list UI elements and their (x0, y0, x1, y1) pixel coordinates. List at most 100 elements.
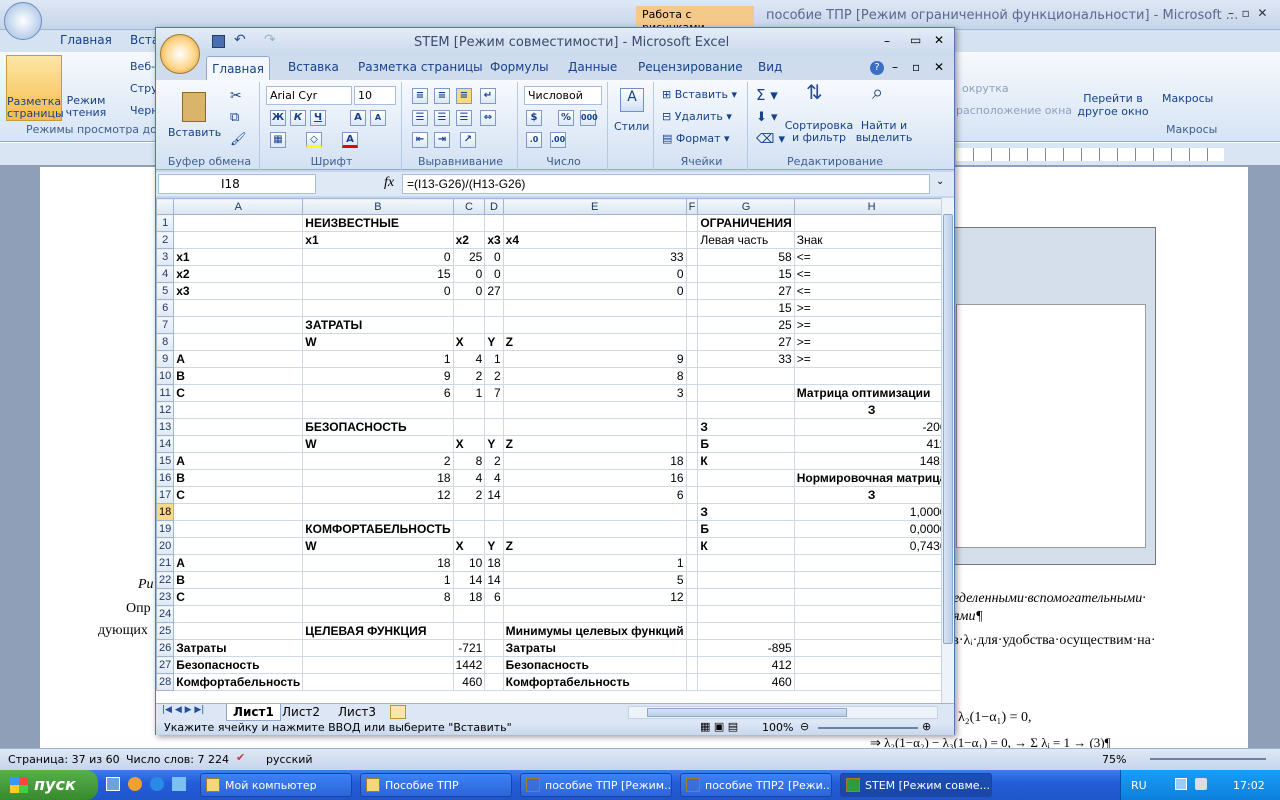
cell-H4[interactable]: <= (793, 265, 941, 283)
cell-H18[interactable]: 1,0000 (793, 503, 941, 521)
number-format-select[interactable]: Числовой (524, 86, 602, 105)
row-header[interactable]: 27 (156, 656, 175, 674)
row-header[interactable]: 20 (156, 537, 175, 555)
outlook-icon[interactable] (172, 777, 186, 791)
cell-B13[interactable]: БЕЗОПАСНОСТЬ (302, 418, 454, 436)
align-top-button[interactable]: ≡ (412, 88, 428, 104)
cell-D6[interactable] (484, 299, 504, 317)
cell-E27[interactable]: Безопасность (502, 656, 687, 674)
cell-A18[interactable] (173, 503, 304, 521)
cell-E7[interactable] (502, 316, 687, 334)
cell-E19[interactable] (502, 520, 687, 538)
cell-G28[interactable]: 460 (697, 673, 795, 691)
cell-G9[interactable]: 33 (697, 350, 795, 368)
cell-F15[interactable] (685, 452, 699, 470)
cell-H20[interactable]: 0,7436 (793, 537, 941, 555)
cell-C14[interactable]: X (452, 435, 486, 453)
align-center-button[interactable]: ☰ (434, 110, 450, 126)
row-header[interactable]: 17 (156, 486, 175, 504)
column-header-F[interactable]: F (685, 198, 699, 215)
cell-F24[interactable] (685, 605, 699, 623)
cell-B9[interactable]: 1 (302, 350, 454, 368)
cell-H12[interactable]: З (793, 401, 941, 419)
cell-H23[interactable] (793, 588, 941, 606)
cell-D17[interactable]: 14 (484, 486, 504, 504)
ie-icon[interactable] (150, 777, 164, 791)
row-header[interactable]: 26 (156, 639, 175, 657)
cell-C2[interactable]: x2 (452, 231, 486, 249)
cell-E2[interactable]: x4 (502, 231, 687, 249)
cell-G19[interactable]: Б (697, 520, 795, 538)
cell-F14[interactable] (685, 435, 699, 453)
cell-F6[interactable] (685, 299, 699, 317)
zoom-out-button[interactable]: ⊖ (800, 720, 809, 733)
cell-C27[interactable]: 1442 (452, 656, 486, 674)
cell-H17[interactable]: З (793, 486, 941, 504)
cell-G13[interactable]: З (697, 418, 795, 436)
cell-D25[interactable] (484, 622, 504, 640)
word-count[interactable]: Число слов: 7 224 (126, 753, 229, 766)
cell-B10[interactable]: 9 (302, 367, 454, 385)
cell-E15[interactable]: 18 (502, 452, 687, 470)
cell-D23[interactable]: 6 (484, 588, 504, 606)
cell-C22[interactable]: 14 (452, 571, 486, 589)
excel-zoom-level[interactable]: 100% (762, 721, 793, 734)
taskbar-item-folder[interactable]: Пособие ТПР (360, 773, 512, 797)
sheet-tab-3[interactable]: Лист3 (332, 705, 382, 719)
cell-F10[interactable] (685, 367, 699, 385)
cell-C3[interactable]: 25 (452, 248, 486, 266)
cell-F23[interactable] (685, 588, 699, 606)
row-header[interactable]: 11 (156, 384, 175, 402)
cell-F18[interactable] (685, 503, 699, 521)
tab-page-layout[interactable]: Разметка страницы (358, 60, 483, 74)
row-header[interactable]: 14 (156, 435, 175, 453)
cell-B5[interactable]: 0 (302, 282, 454, 300)
cell-G24[interactable] (697, 605, 795, 623)
excel-office-button[interactable] (160, 34, 200, 74)
column-header-E[interactable]: E (502, 198, 687, 215)
cell-E11[interactable]: 3 (502, 384, 687, 402)
sheet-tab-1[interactable]: Лист1 (226, 704, 281, 721)
cell-B14[interactable]: W (302, 435, 454, 453)
cell-B24[interactable] (302, 605, 454, 623)
cell-B22[interactable]: 1 (302, 571, 454, 589)
cell-H7[interactable]: >= (793, 316, 941, 334)
cell-D1[interactable] (484, 214, 504, 232)
cell-E28[interactable]: Комфортабельность (502, 673, 687, 691)
cell-H10[interactable] (793, 367, 941, 385)
cell-E12[interactable] (502, 401, 687, 419)
fill-icon[interactable]: ⬇ ▾ (756, 110, 778, 125)
cell-D22[interactable]: 14 (484, 571, 504, 589)
cell-H14[interactable]: 412 (793, 435, 941, 453)
zoom-in-button[interactable]: ⊕ (922, 720, 931, 733)
cell-H5[interactable]: <= (793, 282, 941, 300)
network-icon[interactable] (1175, 778, 1187, 790)
cell-D14[interactable]: Y (484, 435, 504, 453)
cell-H27[interactable] (793, 656, 941, 674)
shrink-font-button[interactable]: A (370, 110, 386, 126)
cell-C24[interactable] (452, 605, 486, 623)
doc-minimize-button[interactable]: – (892, 60, 898, 74)
cell-B2[interactable]: x1 (302, 231, 454, 249)
row-header[interactable]: 16 (156, 469, 175, 487)
column-header-D[interactable]: D (484, 198, 504, 215)
formula-input[interactable]: =(I13-G26)/(H13-G26) (402, 174, 930, 194)
cell-G2[interactable]: Левая часть (697, 231, 795, 249)
cell-C7[interactable] (452, 316, 486, 334)
grow-font-button[interactable]: A (350, 110, 366, 126)
cell-G10[interactable] (697, 367, 795, 385)
cell-F21[interactable] (685, 554, 699, 572)
column-header-A[interactable]: A (173, 198, 304, 215)
cell-H26[interactable] (793, 639, 941, 657)
taskbar-item-my-computer[interactable]: Мой компьютер (200, 773, 352, 797)
cell-F17[interactable] (685, 486, 699, 504)
cell-E8[interactable]: Z (502, 333, 687, 351)
cell-B17[interactable]: 12 (302, 486, 454, 504)
cell-G26[interactable]: -895 (697, 639, 795, 657)
name-box[interactable]: I18 (158, 174, 316, 194)
cell-A19[interactable] (173, 520, 304, 538)
cell-H3[interactable]: <= (793, 248, 941, 266)
cell-H13[interactable]: -206 (793, 418, 941, 436)
insert-cells-button[interactable]: ⊞ Вставить ▾ (662, 88, 737, 101)
cell-H8[interactable]: >= (793, 333, 941, 351)
